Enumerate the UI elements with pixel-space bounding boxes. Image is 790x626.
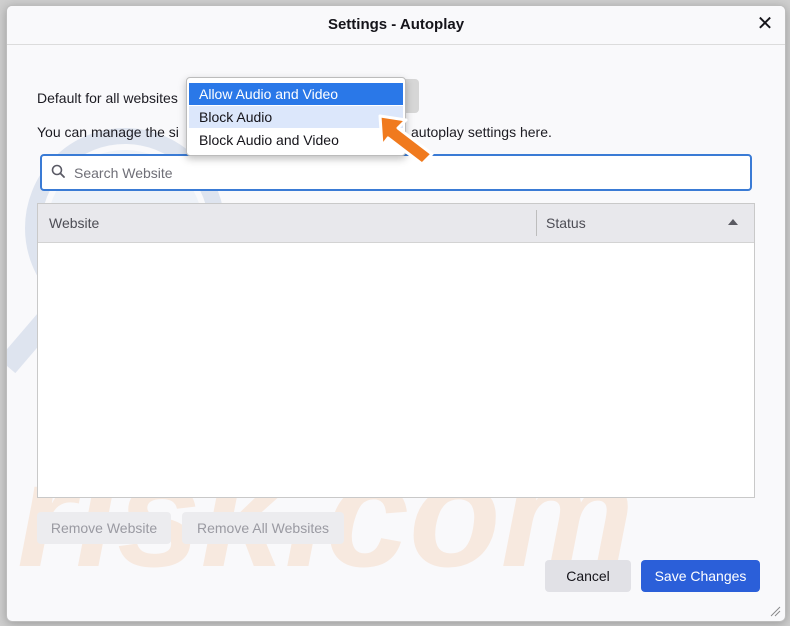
option-allow-audio-video[interactable]: Allow Audio and Video [189,83,403,105]
search-icon [51,164,65,178]
titlebar: Settings - Autoplay ✕ [7,6,785,45]
dialog-title: Settings - Autoplay [327,16,465,33]
websites-table: Website Status [37,203,755,498]
column-header-website[interactable]: Website [49,215,99,231]
pointer-arrow-icon [378,114,434,166]
remove-all-websites-button[interactable]: Remove All Websites [182,512,344,544]
column-header-status[interactable]: Status [546,215,586,231]
autoplay-dropdown-menu: Allow Audio and Video Block Audio Block … [186,77,406,156]
option-block-audio[interactable]: Block Audio [189,106,403,128]
description-text-start: You can manage the si [37,124,179,140]
close-button[interactable]: ✕ [753,12,777,36]
option-block-audio-video[interactable]: Block Audio and Video [189,129,403,151]
sort-ascending-icon[interactable] [728,219,738,225]
save-changes-button[interactable]: Save Changes [641,560,760,592]
table-header: Website Status [38,204,754,243]
default-label: Default for all websites [37,90,178,106]
cancel-button[interactable]: Cancel [545,560,631,592]
remove-website-button[interactable]: Remove Website [37,512,171,544]
resize-grip-icon[interactable] [769,605,781,617]
column-divider [536,210,537,236]
